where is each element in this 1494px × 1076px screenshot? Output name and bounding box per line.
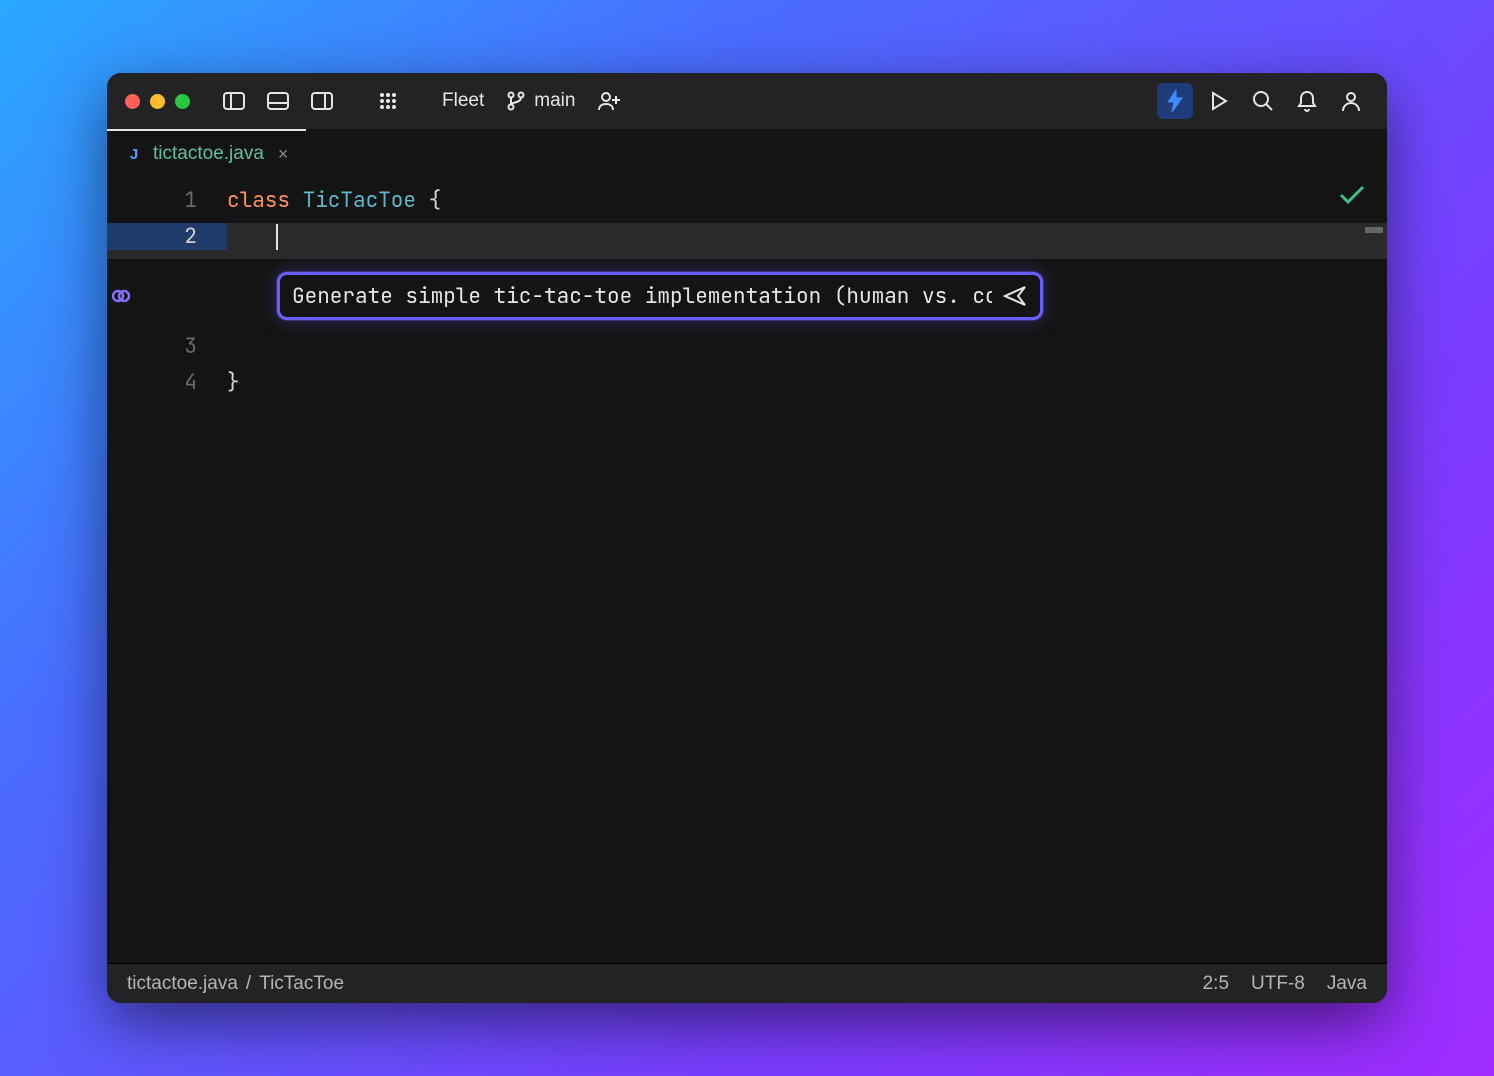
- tab-bar: J tictactoe.java ×: [107, 129, 1387, 177]
- zoom-window-button[interactable]: [175, 94, 190, 109]
- line-number: 4: [107, 369, 227, 396]
- ai-send-button[interactable]: [1000, 281, 1030, 311]
- line-number: 3: [107, 333, 227, 360]
- scrollbar-marker: [1365, 227, 1383, 233]
- window-controls: [125, 94, 190, 109]
- ai-inline-row: [107, 259, 1387, 333]
- search-icon[interactable]: [1245, 83, 1281, 119]
- app-name-label[interactable]: Fleet: [436, 90, 490, 112]
- add-collaborator-icon[interactable]: [591, 83, 627, 119]
- inspection-ok-icon[interactable]: [1339, 185, 1365, 205]
- code-editor[interactable]: 1 class TicTacToe { 2 3 4 }: [107, 177, 1387, 963]
- ai-prompt-input[interactable]: [292, 283, 992, 310]
- breadcrumb-symbol[interactable]: TicTacToe: [259, 973, 344, 995]
- line-number: 1: [107, 187, 227, 214]
- close-window-button[interactable]: [125, 94, 140, 109]
- ai-attach-icon[interactable]: [107, 287, 227, 305]
- file-encoding[interactable]: UTF-8: [1251, 973, 1305, 995]
- smart-mode-icon[interactable]: [1157, 83, 1193, 119]
- minimize-window-button[interactable]: [150, 94, 165, 109]
- app-window: Fleet main: [107, 73, 1387, 1003]
- panel-bottom-icon[interactable]: [260, 83, 296, 119]
- run-icon[interactable]: [1201, 83, 1237, 119]
- cursor-position[interactable]: 2:5: [1203, 973, 1229, 995]
- git-branch-button[interactable]: main: [498, 83, 583, 119]
- line-number: 2: [107, 223, 227, 250]
- code-line: 3: [107, 333, 1387, 369]
- code-line: 4 }: [107, 369, 1387, 405]
- file-tab[interactable]: J tictactoe.java ×: [107, 129, 306, 177]
- code-line: 1 class TicTacToe {: [107, 187, 1387, 223]
- apps-grid-icon[interactable]: [370, 83, 406, 119]
- panel-right-icon[interactable]: [304, 83, 340, 119]
- git-branch-label: main: [534, 90, 575, 112]
- account-icon[interactable]: [1333, 83, 1369, 119]
- breadcrumb-sep: /: [246, 973, 251, 995]
- file-language[interactable]: Java: [1327, 973, 1367, 995]
- breadcrumb-file[interactable]: tictactoe.java: [127, 973, 238, 995]
- notifications-icon[interactable]: [1289, 83, 1325, 119]
- close-tab-icon[interactable]: ×: [278, 144, 289, 165]
- text-cursor: [276, 224, 278, 250]
- titlebar: Fleet main: [107, 73, 1387, 129]
- panel-left-icon[interactable]: [216, 83, 252, 119]
- ai-prompt-box: [277, 272, 1043, 320]
- file-tab-label: tictactoe.java: [153, 143, 264, 165]
- status-bar: tictactoe.java / TicTacToe 2:5 UTF-8 Jav…: [107, 963, 1387, 1003]
- git-branch-icon: [506, 91, 526, 111]
- code-line-current: 2: [107, 223, 1387, 259]
- java-file-icon: J: [125, 145, 143, 163]
